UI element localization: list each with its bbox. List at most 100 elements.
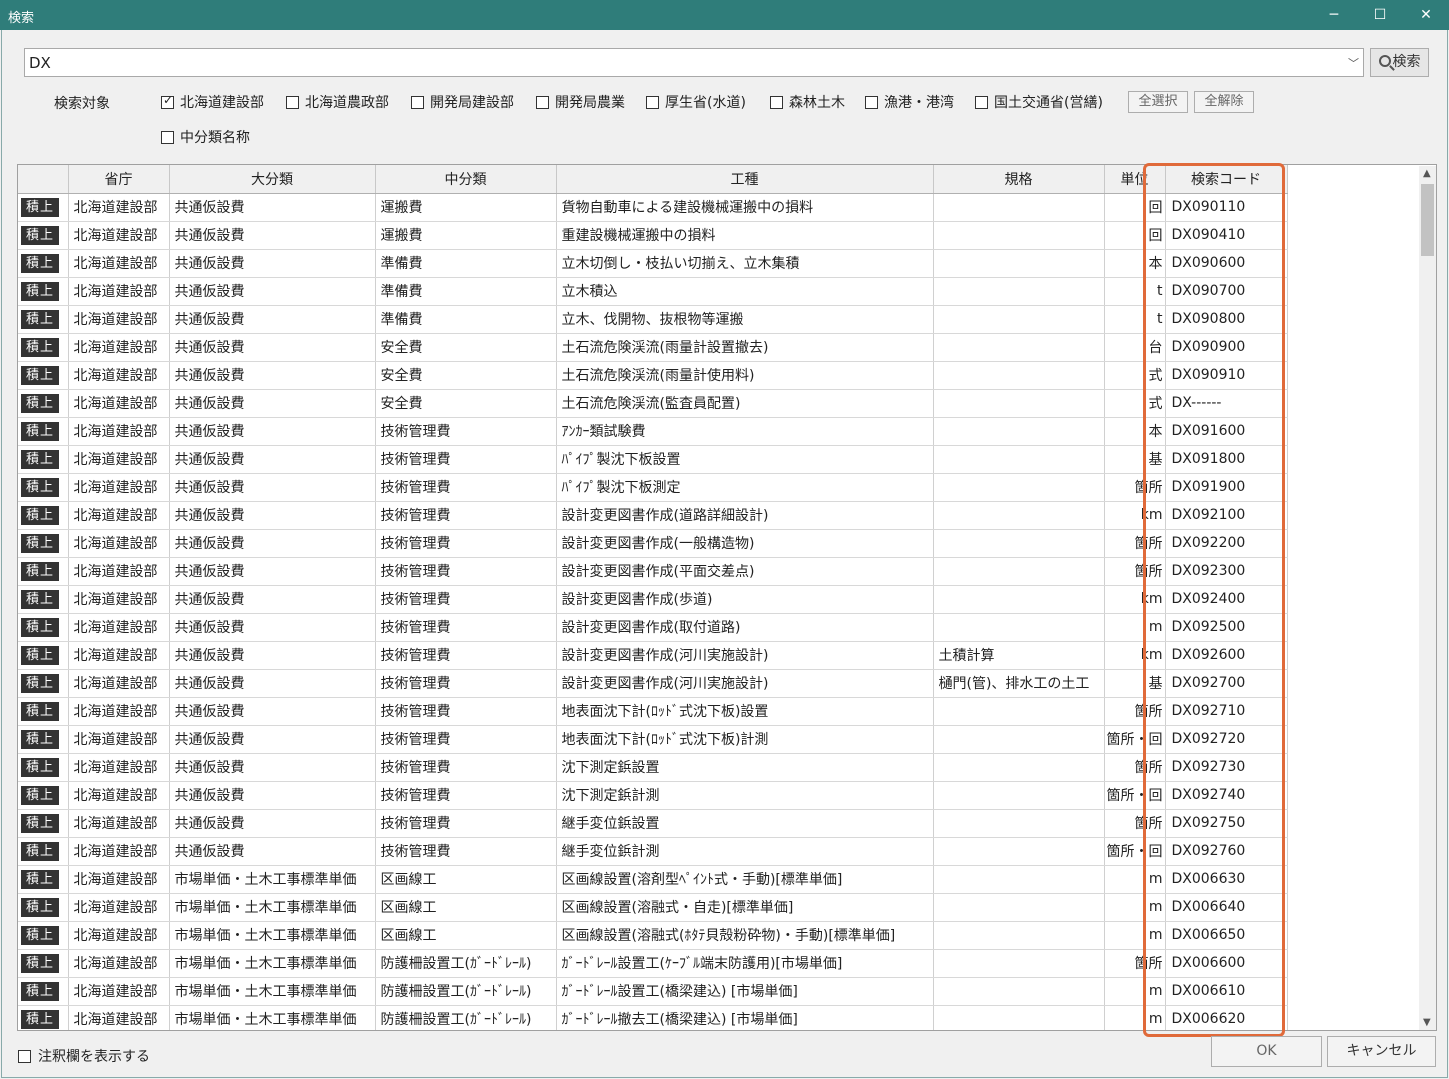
cancel-button[interactable]: キャンセル xyxy=(1327,1036,1436,1067)
column-header-6[interactable]: 単位 xyxy=(1104,165,1166,194)
tag-cell[interactable]: 積上 xyxy=(18,473,69,502)
estimate-tag[interactable]: 積上 xyxy=(21,393,60,413)
search-input[interactable]: DX ﹀ xyxy=(24,48,1364,77)
table-row[interactable]: 積上 北海道建設部 共通仮設費 技術管理費 設計変更図書作成(河川実施設計) 土積計算 km… xyxy=(18,641,1288,670)
chevron-down-icon[interactable]: ﹀ xyxy=(1348,55,1359,71)
column-header-7[interactable]: 検索コード xyxy=(1165,165,1288,194)
tag-cell[interactable]: 積上 xyxy=(18,417,69,446)
table-row[interactable]: 積上 北海道建設部 共通仮設費 技術管理費 沈下測定鋲設置 箇所 DX092730 xyxy=(18,753,1288,782)
column-header-2[interactable]: 大分類 xyxy=(169,165,376,194)
tag-cell[interactable]: 積上 xyxy=(18,921,69,950)
tag-cell[interactable]: 積上 xyxy=(18,445,69,474)
estimate-tag[interactable]: 積上 xyxy=(21,449,60,469)
table-row[interactable]: 積上 北海道建設部 共通仮設費 技術管理費 地表面沈下計(ﾛｯﾄﾞ式沈下板)設置 箇所 DX… xyxy=(18,697,1288,726)
table-row[interactable]: 積上 北海道建設部 共通仮設費 技術管理費 ﾊﾟｲﾌﾟ製沈下板設置 基 DX091800 xyxy=(18,445,1288,474)
target-checkbox-4[interactable] xyxy=(646,96,659,109)
table-row[interactable]: 積上 北海道建設部 市場単価・土木工事標準単価 防護柵設置工(ｶﾞｰﾄﾞﾚｰﾙ) ｶﾞｰ… xyxy=(18,1005,1288,1030)
table-row[interactable]: 積上 北海道建設部 共通仮設費 準備費 立木、伐開物、抜根物等運搬 t DX090800 xyxy=(18,305,1288,334)
estimate-tag[interactable]: 積上 xyxy=(21,309,60,329)
tag-cell[interactable]: 積上 xyxy=(18,333,69,362)
table-row[interactable]: 積上 北海道建設部 市場単価・土木工事標準単価 防護柵設置工(ｶﾞｰﾄﾞﾚｰﾙ) ｶﾞｰ… xyxy=(18,977,1288,1006)
tag-cell[interactable]: 積上 xyxy=(18,893,69,922)
table-row[interactable]: 積上 北海道建設部 共通仮設費 技術管理費 ﾊﾟｲﾌﾟ製沈下板測定 箇所 DX091900 xyxy=(18,473,1288,502)
estimate-tag[interactable]: 積上 xyxy=(21,617,60,637)
table-row[interactable]: 積上 北海道建設部 共通仮設費 安全費 土石流危険渓流(雨量計使用料) 式 DX090910 xyxy=(18,361,1288,390)
column-header-5[interactable]: 規格 xyxy=(933,165,1105,194)
table-row[interactable]: 積上 北海道建設部 共通仮設費 安全費 土石流危険渓流(監査員配置) 式 DX------ xyxy=(18,389,1288,418)
tag-cell[interactable]: 積上 xyxy=(18,949,69,978)
estimate-tag[interactable]: 積上 xyxy=(21,757,60,777)
tag-cell[interactable]: 積上 xyxy=(18,837,69,866)
table-row[interactable]: 積上 北海道建設部 共通仮設費 運搬費 重建設機械運搬中の損料 回 DX090410 xyxy=(18,221,1288,250)
table-row[interactable]: 積上 北海道建設部 共通仮設費 安全費 土石流危険渓流(雨量計設置撤去) 台 DX09090… xyxy=(18,333,1288,362)
estimate-tag[interactable]: 積上 xyxy=(21,953,60,973)
estimate-tag[interactable]: 積上 xyxy=(21,1009,60,1029)
table-row[interactable]: 積上 北海道建設部 市場単価・土木工事標準単価 区画線工 区画線設置(溶融式(ﾎﾀﾃ貝殻… xyxy=(18,921,1288,950)
tag-cell[interactable]: 積上 xyxy=(18,753,69,782)
table-row[interactable]: 積上 北海道建設部 共通仮設費 技術管理費 継手変位鋲計測 箇所・回 DX092760 xyxy=(18,837,1288,866)
table-row[interactable]: 積上 北海道建設部 共通仮設費 技術管理費 継手変位鋲設置 箇所 DX092750 xyxy=(18,809,1288,838)
scroll-down-icon[interactable]: ▼ xyxy=(1423,1017,1431,1028)
target-checkbox-6[interactable] xyxy=(865,96,878,109)
estimate-tag[interactable]: 積上 xyxy=(21,869,60,889)
target-checkbox-1[interactable] xyxy=(286,96,299,109)
table-row[interactable]: 積上 北海道建設部 共通仮設費 技術管理費 ｱﾝｶｰ類試験費 本 DX091600 xyxy=(18,417,1288,446)
minimize-icon[interactable]: ─ xyxy=(1311,0,1357,30)
tag-cell[interactable]: 積上 xyxy=(18,193,69,222)
tag-cell[interactable]: 積上 xyxy=(18,389,69,418)
estimate-tag[interactable]: 積上 xyxy=(21,589,60,609)
estimate-tag[interactable]: 積上 xyxy=(21,897,60,917)
table-row[interactable]: 積上 北海道建設部 共通仮設費 技術管理費 地表面沈下計(ﾛｯﾄﾞ式沈下板)計測 箇所・回… xyxy=(18,725,1288,754)
estimate-tag[interactable]: 積上 xyxy=(21,729,60,749)
show-notes-checkbox[interactable] xyxy=(18,1050,31,1063)
table-row[interactable]: 積上 北海道建設部 共通仮設費 技術管理費 設計変更図書作成(平面交差点) 箇所 DX092… xyxy=(18,557,1288,586)
table-row[interactable]: 積上 北海道建設部 市場単価・土木工事標準単価 区画線工 区画線設置(溶剤型ﾍﾟｲﾝﾄ式… xyxy=(18,865,1288,894)
target-checkbox-7[interactable] xyxy=(975,96,988,109)
table-row[interactable]: 積上 北海道建設部 共通仮設費 準備費 立木積込 t DX090700 xyxy=(18,277,1288,306)
scroll-up-icon[interactable]: ▲ xyxy=(1423,168,1431,179)
tag-cell[interactable]: 積上 xyxy=(18,781,69,810)
tag-cell[interactable]: 積上 xyxy=(18,1005,69,1030)
table-row[interactable]: 積上 北海道建設部 共通仮設費 技術管理費 設計変更図書作成(取付道路) m DX09250… xyxy=(18,613,1288,642)
tag-cell[interactable]: 積上 xyxy=(18,529,69,558)
table-row[interactable]: 積上 北海道建設部 共通仮設費 技術管理費 設計変更図書作成(河川実施設計) 樋門(管)、… xyxy=(18,669,1288,698)
search-button[interactable]: 検索 xyxy=(1370,48,1429,77)
close-icon[interactable]: ✕ xyxy=(1403,0,1449,30)
select-all-button[interactable]: 全選択 xyxy=(1128,91,1188,113)
estimate-tag[interactable]: 積上 xyxy=(21,981,60,1001)
estimate-tag[interactable]: 積上 xyxy=(21,925,60,945)
target-checkbox-5[interactable] xyxy=(770,96,783,109)
tag-cell[interactable]: 積上 xyxy=(18,249,69,278)
column-header-3[interactable]: 中分類 xyxy=(375,165,557,194)
column-header-1[interactable]: 省庁 xyxy=(68,165,170,194)
estimate-tag[interactable]: 積上 xyxy=(21,421,60,441)
tag-cell[interactable]: 積上 xyxy=(18,809,69,838)
table-row[interactable]: 積上 北海道建設部 市場単価・土木工事標準単価 区画線工 区画線設置(溶融式・自走)[標… xyxy=(18,893,1288,922)
estimate-tag[interactable]: 積上 xyxy=(21,477,60,497)
column-header-4[interactable]: 工種 xyxy=(556,165,934,194)
estimate-tag[interactable]: 積上 xyxy=(21,701,60,721)
scroll-thumb[interactable] xyxy=(1421,184,1434,256)
tag-cell[interactable]: 積上 xyxy=(18,865,69,894)
estimate-tag[interactable]: 積上 xyxy=(21,225,60,245)
vertical-scrollbar[interactable]: ▲ ▼ xyxy=(1419,166,1436,1030)
tag-cell[interactable]: 積上 xyxy=(18,613,69,642)
tag-cell[interactable]: 積上 xyxy=(18,557,69,586)
estimate-tag[interactable]: 積上 xyxy=(21,841,60,861)
middle-name-checkbox[interactable] xyxy=(161,131,174,144)
tag-cell[interactable]: 積上 xyxy=(18,725,69,754)
estimate-tag[interactable]: 積上 xyxy=(21,645,60,665)
tag-cell[interactable]: 積上 xyxy=(18,361,69,390)
tag-cell[interactable]: 積上 xyxy=(18,221,69,250)
estimate-tag[interactable]: 積上 xyxy=(21,365,60,385)
maximize-icon[interactable]: ☐ xyxy=(1357,0,1403,30)
estimate-tag[interactable]: 積上 xyxy=(21,337,60,357)
table-row[interactable]: 積上 北海道建設部 共通仮設費 運搬費 貨物自動車による建設機械運搬中の損料 回 DX090… xyxy=(18,193,1288,222)
tag-cell[interactable]: 積上 xyxy=(18,305,69,334)
ok-button[interactable]: OK xyxy=(1211,1036,1322,1067)
tag-cell[interactable]: 積上 xyxy=(18,585,69,614)
table-row[interactable]: 積上 北海道建設部 共通仮設費 技術管理費 設計変更図書作成(歩道) km DX092400 xyxy=(18,585,1288,614)
column-header-0[interactable] xyxy=(18,165,69,194)
tag-cell[interactable]: 積上 xyxy=(18,641,69,670)
estimate-tag[interactable]: 積上 xyxy=(21,281,60,301)
